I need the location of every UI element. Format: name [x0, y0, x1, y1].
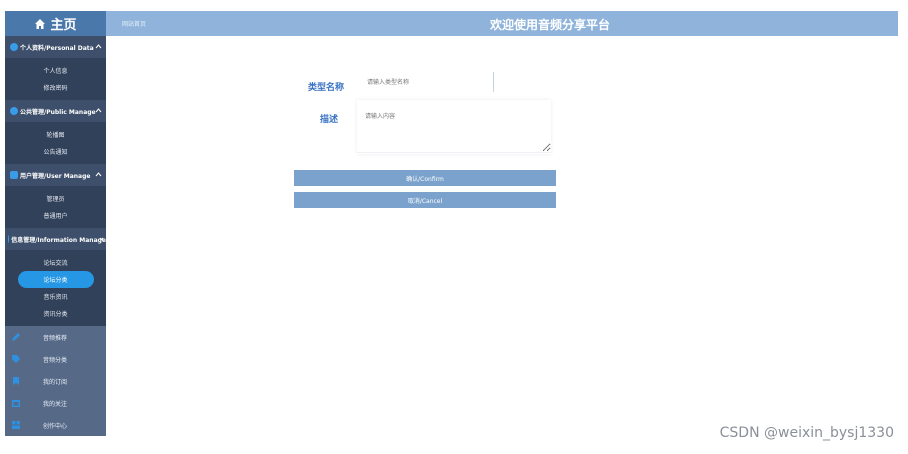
circle-icon — [10, 171, 18, 179]
nav-my-follows[interactable]: 我的关注 — [5, 392, 106, 414]
site-title: 欢迎使用音频分享平台 — [489, 18, 610, 32]
sidebar-sublist: 管理员 普通用户 — [5, 186, 106, 228]
chevron-up-icon — [95, 171, 102, 178]
breadcrumb[interactable]: 网站首页 — [122, 19, 146, 28]
sidebar-item-admins[interactable]: 管理员 — [5, 190, 106, 207]
tag-icon — [12, 355, 20, 363]
nav-my-subscriptions[interactable]: 我的订阅 — [5, 370, 106, 392]
circle-icon — [8, 235, 10, 243]
nav-label: 音频推荐 — [43, 334, 68, 342]
sidebar-sublist: 个人信息 修改密码 — [5, 58, 106, 100]
home-logo[interactable]: 主页 — [5, 11, 106, 36]
sidebar-group-label: 个人资料/Personal Data — [20, 44, 94, 52]
description-textarea[interactable] — [357, 104, 551, 153]
sidebar-group-personal[interactable]: 个人资料/Personal Data — [5, 36, 106, 58]
calendar-icon — [12, 400, 20, 407]
sidebar-sublist: 轮播图 公告通知 — [5, 122, 106, 164]
sidebar: 个人资料/Personal Data 个人信息 修改密码 公共管理/Public… — [5, 36, 106, 436]
grid-icon — [12, 421, 20, 429]
sidebar-item-change-password[interactable]: 修改密码 — [5, 79, 106, 96]
sidebar-group-public[interactable]: 公共管理/Public Manage — [5, 100, 106, 122]
chevron-up-icon — [95, 43, 102, 50]
sidebar-item-personal-info[interactable]: 个人信息 — [5, 62, 106, 79]
sidebar-group-information[interactable]: 信息管理/Information Manage — [5, 228, 106, 250]
sidebar-group-label: 公共管理/Public Manage — [20, 108, 96, 116]
sidebar-sublist: 论坛交流 论坛分类 音乐资讯 资讯分类 — [5, 250, 106, 326]
sidebar-item-announcements[interactable]: 公告通知 — [5, 143, 106, 160]
sidebar-item-forum[interactable]: 论坛交流 — [5, 254, 106, 271]
bookmark-icon — [13, 377, 19, 385]
chevron-up-icon — [95, 107, 102, 114]
description-label: 描述 — [320, 115, 339, 125]
sidebar-item-carousel[interactable]: 轮播图 — [5, 126, 106, 143]
type-name-label: 类型名称 — [308, 83, 345, 93]
nav-creator-center[interactable]: 创作中心 — [5, 414, 106, 436]
cancel-button[interactable]: 取消/Cancel — [294, 192, 556, 208]
sidebar-item-forum-category[interactable]: 论坛分类 — [5, 271, 106, 288]
sidebar-group-users[interactable]: 用户管理/User Manage — [5, 164, 106, 186]
sidebar-item-news-category[interactable]: 资讯分类 — [5, 305, 106, 322]
confirm-button[interactable]: 确认/Confirm — [294, 170, 556, 186]
logo-label: 主页 — [50, 18, 77, 33]
nav-label: 我的关注 — [43, 400, 68, 408]
csdn-watermark: CSDN @weixin_bysj1330 — [719, 425, 894, 441]
nav-label: 创作中心 — [43, 422, 68, 430]
active-item-label: 论坛分类 — [17, 271, 94, 288]
sidebar-group-label: 信息管理/Information Manage — [11, 236, 106, 244]
nav-audio-recommend[interactable]: 音频推荐 — [5, 326, 106, 348]
sidebar-item-music-news[interactable]: 音乐资讯 — [5, 288, 106, 305]
chevron-down-icon — [98, 235, 105, 242]
nav-label: 音频分类 — [43, 356, 68, 364]
circle-icon — [10, 43, 18, 51]
circle-icon — [10, 107, 18, 115]
nav-label: 我的订阅 — [43, 378, 68, 386]
sidebar-group-label: 用户管理/User Manage — [20, 172, 91, 180]
home-icon — [35, 18, 46, 29]
sidebar-item-regular-users[interactable]: 普通用户 — [5, 207, 106, 224]
top-header: 主页 网站首页 欢迎使用音频分享平台 — [5, 11, 898, 36]
pencil-icon — [12, 333, 20, 341]
type-name-input[interactable] — [357, 72, 494, 92]
nav-audio-category[interactable]: 音频分类 — [5, 348, 106, 370]
